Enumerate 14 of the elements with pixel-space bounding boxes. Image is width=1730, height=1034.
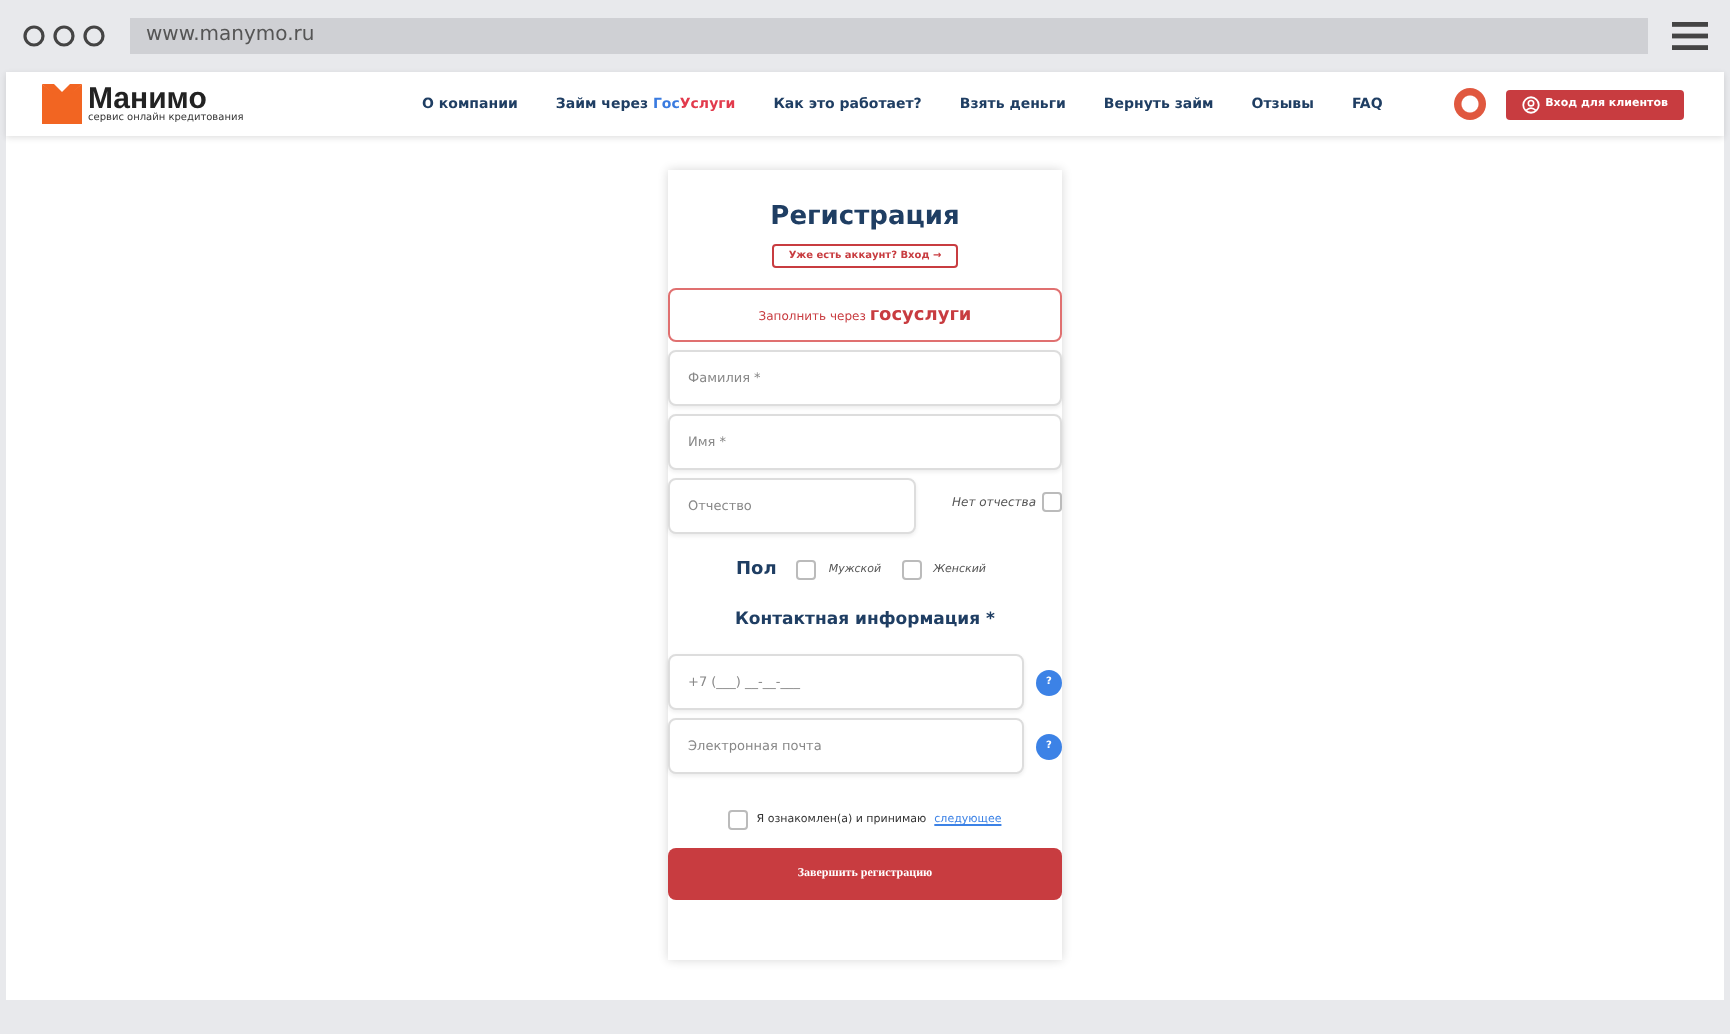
window-controls-icon[interactable] [22, 24, 106, 48]
section-title: Контактная информация * [734, 610, 996, 630]
checkbox[interactable] [901, 560, 922, 580]
checkbox[interactable] [1042, 492, 1062, 512]
logo-icon [42, 84, 82, 124]
gender-label: Пол [736, 560, 777, 580]
chat-button[interactable] [1453, 88, 1486, 120]
checkbox[interactable] [796, 560, 817, 580]
menu-icon[interactable] [1672, 22, 1708, 50]
address-bar[interactable]: www.manymo.ru [130, 18, 1648, 54]
logo-name: Манимо [88, 84, 207, 114]
user-icon [1521, 95, 1540, 113]
form-title: Регистрация [770, 202, 960, 232]
checkbox[interactable] [728, 810, 749, 830]
